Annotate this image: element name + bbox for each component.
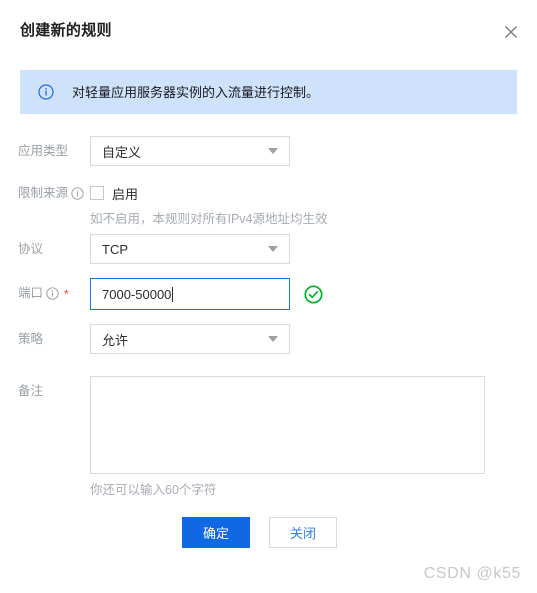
chevron-down-icon [268,246,278,252]
limit-source-label: 限制来源 [0,178,90,208]
info-banner: 对轻量应用服务器实例的入流量进行控制。 [20,70,517,114]
port-input-value: 7000-50000 [102,286,172,302]
rule-form: 应用类型 自定义 限制来源 启用 如不启用，本规则对所有IPv4源地址均生效 协… [0,136,537,548]
confirm-button[interactable]: 确定 [182,517,250,548]
app-type-label-text: 应用类型 [18,144,69,158]
info-circle-icon[interactable] [71,186,84,200]
required-marker: * [64,287,69,301]
remark-hint: 你还可以输入60个字符 [90,483,217,497]
remark-label: 备注 [0,376,90,406]
watermark: CSDN @k55 [423,565,521,582]
dialog-header: 创建新的规则 [0,0,537,58]
protocol-control: TCP [90,234,517,264]
policy-label-text: 策略 [18,332,44,346]
dialog-footer: 确定 关闭 [0,517,517,548]
text-cursor [172,286,174,302]
policy-control: 允许 [90,324,517,354]
remark-textarea[interactable] [90,376,485,474]
protocol-select[interactable]: TCP [90,234,290,264]
port-control: 7000-50000 [90,278,517,310]
protocol-value: TCP [102,241,128,257]
info-circle-icon [38,84,54,100]
policy-value: 允许 [102,332,129,348]
policy-select[interactable]: 允许 [90,324,290,354]
limit-source-hint: 如不启用，本规则对所有IPv4源地址均生效 [90,212,328,226]
port-label: 端口 * [0,278,90,308]
app-type-select[interactable]: 自定义 [90,136,290,166]
form-row-port: 端口 * 7000-50000 [0,278,517,310]
protocol-label-text: 协议 [18,242,44,256]
protocol-label: 协议 [0,234,90,264]
form-row-policy: 策略 允许 [0,324,517,354]
create-rule-dialog: 创建新的规则 对轻量应用服务器实例的入流量进行控制。 应用类型 自定义 限制来源… [0,0,537,593]
port-input-row: 7000-50000 [90,278,517,310]
enable-checkbox[interactable] [90,186,104,200]
info-circle-icon[interactable] [46,286,59,300]
page-title: 创建新的规则 [20,21,112,39]
app-type-control: 自定义 [90,136,517,166]
close-button[interactable]: 关闭 [269,517,337,548]
check-circle-icon [304,284,323,304]
limit-source-label-text: 限制来源 [18,186,69,200]
policy-label: 策略 [0,324,90,354]
form-row-app-type: 应用类型 自定义 [0,136,517,166]
form-row-remark: 备注 你还可以输入60个字符 [0,376,517,499]
form-row-protocol: 协议 TCP [0,234,517,264]
info-banner-text: 对轻量应用服务器实例的入流量进行控制。 [72,84,320,100]
port-label-text: 端口 [18,286,44,300]
port-input[interactable]: 7000-50000 [90,278,290,310]
chevron-down-icon [268,148,278,154]
remark-label-text: 备注 [18,384,44,398]
app-type-value: 自定义 [102,144,142,160]
enable-checkbox-label[interactable]: 启用 [112,184,138,203]
remark-control: 你还可以输入60个字符 [90,376,517,499]
close-icon[interactable] [499,20,523,44]
enable-checkbox-wrap[interactable]: 启用 [90,178,517,208]
limit-source-control: 启用 如不启用，本规则对所有IPv4源地址均生效 [90,178,517,228]
form-row-limit-source: 限制来源 启用 如不启用，本规则对所有IPv4源地址均生效 [0,178,517,228]
app-type-label: 应用类型 [0,136,90,166]
chevron-down-icon [268,336,278,342]
